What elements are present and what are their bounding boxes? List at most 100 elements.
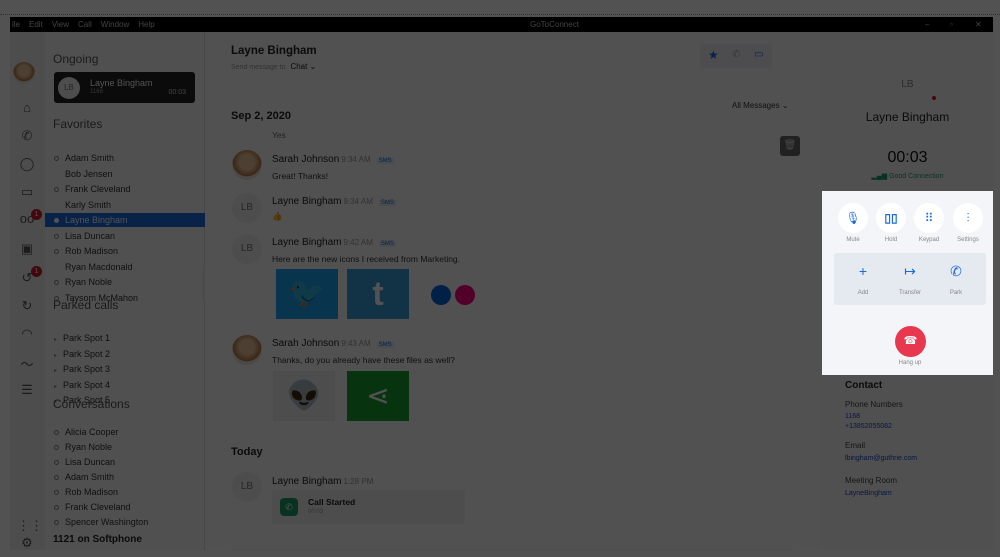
analytics-icon[interactable]: 〜 <box>17 354 37 372</box>
sidebar-item[interactable]: Frank Cleveland <box>45 182 205 196</box>
send-to-dropdown[interactable]: Chat ⌄ <box>290 62 316 71</box>
message-filter-value: All Messages <box>732 101 780 110</box>
settings-sliders-icon[interactable]: ☰ <box>17 382 37 398</box>
hold-label: Hold <box>884 237 898 243</box>
user-avatar[interactable] <box>13 62 35 84</box>
dashboard-icon[interactable]: ◠ <box>17 326 37 342</box>
message-input[interactable] <box>227 549 797 550</box>
favorites-heading: Favorites <box>53 117 103 131</box>
hold-button[interactable]: ▯▯ <box>876 203 906 233</box>
message-header: Sarah Johnson 9:43 AM SMS <box>272 338 394 349</box>
sidebar-item[interactable]: Lisa Duncan <box>45 229 205 243</box>
twitter-bird-image[interactable]: 🐦 <box>276 269 338 319</box>
meeting-room-link[interactable]: LayneBingham <box>845 490 892 497</box>
park-icon: ▸ <box>54 337 58 343</box>
date-separator-today: Today <box>231 446 263 458</box>
mute-button[interactable]: 🎙 <box>838 203 868 233</box>
flickr-pink-dot[interactable] <box>455 285 475 305</box>
lb-avatar: LB <box>232 472 262 502</box>
keypad-button[interactable]: ⠿ <box>914 203 944 233</box>
presence-icon <box>54 187 59 193</box>
favorite-star-icon[interactable]: ★ <box>708 48 719 62</box>
presence-icon <box>54 475 59 481</box>
sidebar-item[interactable]: ▸ Park Spot 1 <box>45 331 205 345</box>
call-started-icon: ✆ <box>280 498 298 516</box>
phone-icon[interactable]: ✆ <box>17 128 37 144</box>
sidebar-item[interactable]: Karly Smith <box>45 198 205 212</box>
transfer-button[interactable]: ↦ <box>895 263 925 280</box>
park-icon: ✆ <box>950 263 962 279</box>
menu-help[interactable]: Help <box>138 20 154 29</box>
call-contact-name: Layne Bingham <box>865 110 950 124</box>
sidebar-item[interactable]: ▸ Park Spot 4 <box>45 378 205 392</box>
loop-icon[interactable]: ↻ <box>17 298 37 314</box>
menu-view[interactable]: View <box>52 20 69 29</box>
call-icon[interactable]: ✆ <box>732 49 740 60</box>
sidebar-item[interactable]: Ryan Noble <box>45 440 205 454</box>
gear-icon[interactable]: ⚙ <box>17 535 37 550</box>
sidebar-item[interactable]: Adam Smith <box>45 151 205 165</box>
menu-file[interactable]: ile <box>12 20 20 29</box>
sidebar-item-label: Karly Smith <box>65 199 112 210</box>
sidebar-item[interactable]: ▸ Park Spot 3 <box>45 362 205 376</box>
message-header: Layne Bingham 1:28 PM <box>272 476 373 487</box>
voicemail-badge: 1 <box>31 209 42 220</box>
presence-icon <box>54 156 59 162</box>
sidebar-item[interactable]: Layne Bingham <box>45 213 205 227</box>
settings-button[interactable]: ⫶ <box>953 203 983 233</box>
ongoing-call-card[interactable]: LB Layne Bingham 1168 00:03 <box>54 72 195 103</box>
restore-icon[interactable]: ▫ <box>950 17 953 32</box>
sidebar-item[interactable]: Bob Jensen <box>45 167 205 181</box>
presence-icon <box>54 430 59 436</box>
message-filter-dropdown[interactable]: All Messages ⌄ <box>732 101 789 110</box>
add-call-button[interactable]: + <box>848 263 878 279</box>
close-icon[interactable]: ✕ <box>975 17 982 32</box>
apps-grid-icon[interactable]: ⋮⋮ <box>17 518 43 534</box>
twitter-t-image[interactable]: t <box>347 269 409 319</box>
phone-number-ext[interactable]: 1168 <box>845 413 860 420</box>
share-image[interactable]: ⋖ <box>347 371 409 421</box>
sidebar-item-label: Frank Cleveland <box>65 502 131 512</box>
previous-message-text: Yes <box>272 130 286 140</box>
sidebar-item[interactable]: Frank Cleveland <box>45 500 205 514</box>
sidebar-item[interactable]: Spencer Washington <box>45 515 205 529</box>
add-label: Add <box>857 290 869 296</box>
menu-window[interactable]: Window <box>101 20 129 29</box>
reddit-image[interactable]: 👽 <box>273 371 335 421</box>
minimize-icon[interactable]: – <box>925 17 929 32</box>
video-call-icon[interactable]: ▭ <box>754 49 763 60</box>
email-link[interactable]: lbingham@guthrie.com <box>845 455 917 462</box>
sidebar-item[interactable]: Ryan Macdonald <box>45 260 205 274</box>
phone-number-mobile[interactable]: +13852055082 <box>845 423 892 430</box>
delete-icon[interactable]: 🗑 <box>780 136 800 156</box>
message-time: 9:43 AM <box>341 339 371 348</box>
chat-contact-name: Layne Bingham <box>231 45 317 57</box>
sidebar-item[interactable]: ▸ Park Spot 2 <box>45 347 205 361</box>
hang-up-button[interactable]: ☎ <box>895 326 926 357</box>
chat-icon[interactable]: ◯ <box>17 156 37 172</box>
park-button[interactable]: ✆ <box>941 263 971 280</box>
menu-call[interactable]: Call <box>78 20 92 29</box>
video-icon[interactable]: ▭ <box>17 184 37 200</box>
sidebar-item[interactable]: Ryan Noble <box>45 275 205 289</box>
sarah-avatar <box>232 150 262 180</box>
hang-up-icon: ☎ <box>903 335 918 347</box>
flickr-blue-dot[interactable] <box>431 285 451 305</box>
sidebar-item[interactable]: Rob Madison <box>45 485 205 499</box>
message-time: 9:42 AM <box>343 238 373 247</box>
menu-edit[interactable]: Edit <box>29 20 43 29</box>
presence-icon <box>54 505 59 511</box>
call-started-duration: 00:03 <box>308 509 324 515</box>
sliders-icon: ⫶ <box>966 211 970 225</box>
plus-icon: + <box>858 263 868 279</box>
softphone-status[interactable]: 1121 on Softphone <box>53 534 142 546</box>
sidebar-item[interactable]: Rob Madison <box>45 244 205 258</box>
sidebar-item[interactable]: Alicia Cooper <box>45 425 205 439</box>
contacts-icon[interactable]: ▣ <box>17 241 37 257</box>
home-icon[interactable]: ⌂ <box>17 100 37 116</box>
sidebar-item[interactable]: Lisa Duncan <box>45 455 205 469</box>
message-text: 👍 <box>272 211 283 221</box>
park-icon: ▸ <box>54 383 58 390</box>
sidebar-item[interactable]: Adam Smith <box>45 470 205 484</box>
call-started-card[interactable]: ✆ Call Started 00:03 <box>272 490 465 524</box>
